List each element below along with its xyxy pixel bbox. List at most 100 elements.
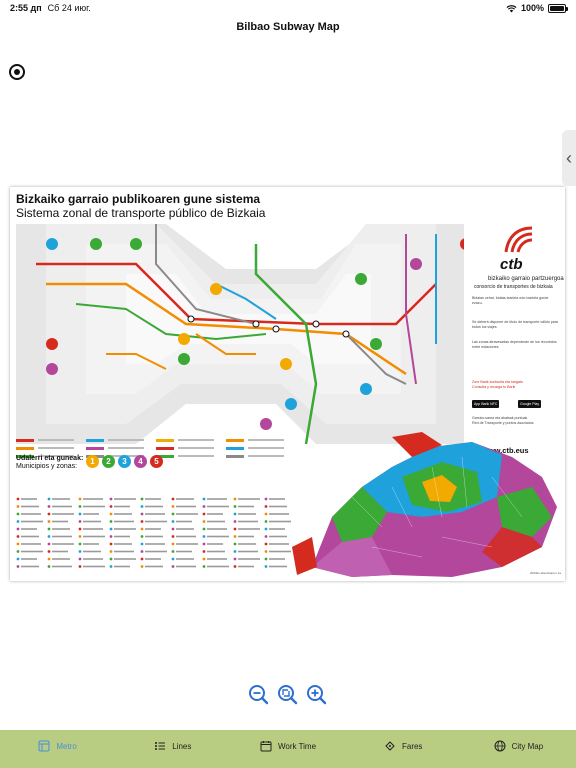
municipality-zone-dot bbox=[78, 542, 82, 546]
municipality-zone-dot bbox=[16, 512, 20, 516]
municipality-zone-dot bbox=[47, 565, 51, 568]
municipality-name-line bbox=[207, 520, 225, 523]
globe-icon bbox=[494, 740, 506, 752]
municipality-zone-dot bbox=[140, 497, 144, 501]
status-bar: 2:55 дп Сб 24 июг. 100% bbox=[0, 0, 576, 16]
tab-fares[interactable]: Fares bbox=[346, 730, 461, 768]
municipality-name-line bbox=[114, 528, 136, 530]
municipality-name-line bbox=[176, 535, 196, 538]
municipality-name-line bbox=[114, 550, 134, 553]
tab-city-map[interactable]: City Map bbox=[461, 730, 576, 768]
municipality-name-line bbox=[145, 513, 165, 515]
municipality-zone-dot bbox=[78, 520, 82, 523]
side-panel-toggle[interactable]: ‹ bbox=[562, 130, 576, 186]
municipality-name-line bbox=[83, 505, 105, 508]
municipality-name-line bbox=[176, 505, 196, 508]
network-info-basque: Garraio-sarea eta akatsak puntuak bbox=[472, 416, 528, 420]
subway-map-image[interactable]: Bizkaiko garraio publikoaren gune sistem… bbox=[10, 187, 565, 581]
municipality-name-line bbox=[207, 513, 223, 515]
municipality-zone-dot bbox=[171, 542, 175, 546]
municipality-name-line bbox=[269, 565, 287, 568]
municipality-zone-dot bbox=[109, 505, 113, 508]
zone-circle-1: 1 bbox=[86, 455, 99, 468]
municipality-name-line bbox=[176, 558, 194, 560]
tab-lines[interactable]: Lines bbox=[115, 730, 230, 768]
municipality-name-line bbox=[176, 520, 192, 523]
municipality-zone-dot bbox=[171, 535, 175, 538]
municipality-zone-dot bbox=[202, 550, 206, 553]
municipality-list bbox=[16, 497, 291, 568]
municipality-name-line bbox=[145, 505, 163, 508]
municipality-zone-dot bbox=[16, 527, 20, 531]
municipality-zone-dot bbox=[78, 512, 82, 516]
municipality-name-line bbox=[83, 543, 99, 545]
municipality-zone-dot bbox=[171, 520, 175, 523]
zoom-controls bbox=[248, 684, 327, 705]
ctb-subtitle-spanish: consorcio de transportes de bizkaia bbox=[474, 284, 553, 290]
tab-work-time[interactable]: Work Time bbox=[230, 730, 345, 768]
municipality-zone-dot bbox=[171, 565, 175, 568]
municipality-zone-dot bbox=[140, 542, 144, 546]
municipality-name-line bbox=[238, 520, 258, 523]
municipality-zone-dot bbox=[140, 550, 144, 553]
tab-bar: Metro Lines Work Time Fares City Map bbox=[0, 730, 576, 768]
municipality-name-line bbox=[83, 520, 101, 523]
municipality-zone-dot bbox=[140, 505, 144, 508]
municipality-name-line bbox=[83, 535, 105, 538]
zoom-reset-button[interactable] bbox=[277, 684, 298, 705]
municipality-name-line bbox=[83, 528, 103, 530]
municipality-zone-dot bbox=[264, 512, 268, 516]
municipality-name-line bbox=[145, 498, 161, 500]
metro-icon bbox=[38, 740, 50, 752]
panel-text-1: Bidaian zehar, bidaia-txartela edo txart… bbox=[472, 296, 549, 305]
poster-footnote: 2023ko abenduaren 1a bbox=[530, 571, 561, 575]
municipality-name-line bbox=[21, 535, 39, 538]
status-time: 2:55 дп bbox=[10, 3, 42, 13]
zoom-in-button[interactable] bbox=[306, 684, 327, 705]
municipality-zone-dot bbox=[140, 535, 144, 538]
municipality-zone-dot bbox=[47, 557, 51, 561]
page-title: Bilbao Subway Map bbox=[236, 21, 340, 33]
municipality-zone-dot bbox=[264, 557, 268, 561]
municipality-name-line bbox=[52, 535, 72, 538]
municipality-zone-dot bbox=[78, 550, 82, 553]
municipality-name-line bbox=[114, 535, 130, 538]
municipality-name-line bbox=[21, 550, 43, 553]
zone-circle-4: 4 bbox=[134, 455, 147, 468]
ctb-brand-panel: ctb bizkaiko garraio partzuergoa consorc… bbox=[468, 224, 564, 455]
municipality-name-line bbox=[176, 528, 194, 530]
municipality-name-line bbox=[145, 550, 167, 553]
tab-metro[interactable]: Metro bbox=[0, 730, 115, 768]
municipality-zone-dot bbox=[202, 505, 206, 508]
battery-fill bbox=[550, 5, 564, 11]
municipality-name-line bbox=[238, 498, 260, 500]
municipality-zone-dot bbox=[202, 535, 206, 538]
location-target-button[interactable] bbox=[9, 64, 25, 80]
ctb-name: ctb bbox=[500, 256, 523, 273]
municipality-name-line bbox=[114, 543, 132, 545]
municipality-name-line bbox=[21, 528, 37, 530]
municipality-zone-dot bbox=[109, 520, 113, 523]
municipality-name-line bbox=[207, 505, 229, 508]
calendar-icon bbox=[260, 741, 272, 752]
ticket-icon bbox=[385, 741, 395, 751]
municipality-zone-dot bbox=[16, 497, 20, 501]
zoom-out-button[interactable] bbox=[248, 684, 269, 705]
municipality-zone-dot bbox=[109, 497, 113, 501]
network-diagram bbox=[16, 224, 464, 444]
municipality-name-line bbox=[114, 520, 134, 523]
municipality-name-line bbox=[114, 558, 136, 560]
municipality-name-line bbox=[207, 558, 227, 560]
municipality-name-line bbox=[269, 535, 287, 538]
wifi-icon bbox=[506, 4, 517, 12]
municipality-zone-dot bbox=[233, 520, 237, 523]
municipality-zone-dot bbox=[140, 512, 144, 516]
municipality-name-line bbox=[238, 513, 256, 515]
municipality-name-line bbox=[52, 543, 74, 545]
municipality-name-line bbox=[83, 558, 103, 560]
ctb-subtitle-basque: bizkaiko garraio partzuergoa bbox=[488, 276, 564, 282]
municipality-zone-dot bbox=[233, 497, 237, 501]
municipality-name-line bbox=[145, 565, 163, 568]
google-play-badge: Google Play bbox=[518, 400, 542, 408]
municipality-name-line bbox=[21, 498, 37, 500]
